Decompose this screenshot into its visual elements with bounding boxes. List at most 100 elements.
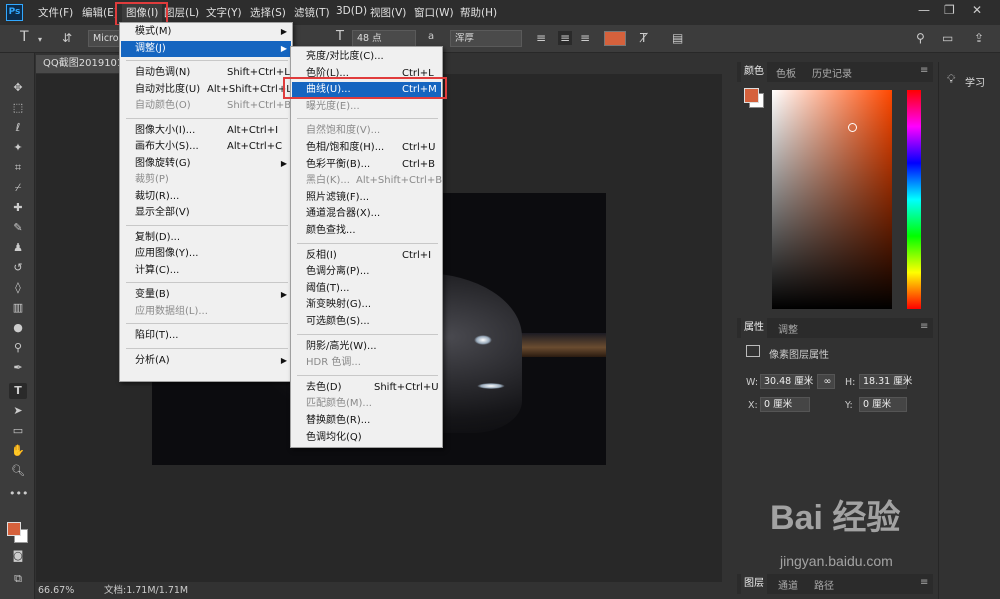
tab-properties[interactable]: 属性 bbox=[741, 318, 767, 338]
blur-tool-icon[interactable]: ● bbox=[9, 320, 27, 336]
rectangle-tool-icon[interactable]: ▭ bbox=[9, 423, 27, 439]
adjust-menu-item[interactable]: 匹配颜色(M)... bbox=[292, 396, 441, 412]
tab-history[interactable]: 历史记录 bbox=[809, 65, 855, 80]
zoom-level[interactable]: 66.67% bbox=[38, 582, 74, 599]
history-brush-icon[interactable]: ↺ bbox=[9, 260, 27, 276]
image-menu-item[interactable]: 应用数据组(L)... bbox=[121, 304, 291, 320]
image-menu-item[interactable]: 计算(C)... bbox=[121, 263, 291, 279]
hue-slider[interactable] bbox=[907, 90, 921, 309]
height-field[interactable]: 18.31 厘米 bbox=[859, 374, 912, 389]
adjust-menu-item[interactable]: 色调均化(Q) bbox=[292, 430, 441, 446]
more-tools-icon[interactable]: ••• bbox=[9, 486, 28, 502]
menu-file[interactable]: 文件(F) bbox=[38, 5, 73, 20]
lasso-tool-icon[interactable]: ℓ bbox=[9, 120, 27, 136]
maximize-icon[interactable]: ❐ bbox=[944, 3, 955, 17]
search-icon[interactable]: ⚲ bbox=[916, 31, 925, 45]
menu-3d[interactable]: 3D(D) bbox=[336, 5, 367, 17]
image-menu-item[interactable]: 显示全部(V) bbox=[121, 205, 291, 221]
zoom-tool-icon[interactable]: 🔍︎ bbox=[9, 463, 27, 479]
healing-brush-icon[interactable]: ✚ bbox=[9, 200, 27, 216]
tab-adjustments[interactable]: 调整 bbox=[775, 321, 801, 336]
pen-tool-icon[interactable]: ✒ bbox=[9, 360, 27, 376]
menu-layer[interactable]: 图层(L) bbox=[164, 5, 199, 20]
screen-mode-icon[interactable]: ⧉ bbox=[9, 571, 27, 587]
tab-color[interactable]: 颜色 bbox=[741, 62, 767, 82]
orientation-icon[interactable]: ⇵ bbox=[62, 31, 72, 45]
magic-wand-icon[interactable]: ✦ bbox=[9, 140, 27, 156]
chevron-down-icon[interactable]: ▾ bbox=[38, 35, 42, 44]
menu-select[interactable]: 选择(S) bbox=[250, 5, 286, 20]
menu-view[interactable]: 视图(V) bbox=[370, 5, 406, 20]
hand-tool-icon[interactable]: ✋ bbox=[9, 443, 27, 459]
align-center-icon[interactable]: ≡ bbox=[558, 31, 573, 45]
menu-window[interactable]: 窗口(W) bbox=[414, 5, 454, 20]
image-menu-item[interactable]: 应用图像(Y)... bbox=[121, 246, 291, 262]
share-icon[interactable]: ⇪ bbox=[974, 31, 984, 45]
workspace-icon[interactable]: ▭ bbox=[942, 31, 953, 45]
align-right-icon[interactable]: ≡ bbox=[580, 31, 590, 45]
path-select-icon[interactable]: ➤ bbox=[9, 403, 27, 419]
crop-tool-icon[interactable]: ⌗ bbox=[9, 160, 27, 176]
panel-menu-icon[interactable]: ≡ bbox=[917, 65, 931, 76]
adjust-menu-item[interactable]: 色调分离(P)... bbox=[292, 264, 441, 280]
close-icon[interactable]: ✕ bbox=[972, 3, 982, 17]
width-field[interactable]: 30.48 厘米 bbox=[760, 374, 813, 389]
adjust-menu-item[interactable]: 通道混合器(X)... bbox=[292, 206, 441, 222]
image-menu-item[interactable]: 分析(A) ▶ bbox=[121, 353, 291, 369]
learn-label[interactable]: 学习 bbox=[965, 74, 985, 89]
adjust-menu-item[interactable]: 色彩平衡(B)... Ctrl+B bbox=[292, 157, 441, 173]
menu-help[interactable]: 帮助(H) bbox=[460, 5, 497, 20]
font-size-select[interactable]: 48 点 bbox=[352, 30, 416, 47]
adjust-menu-item[interactable]: 可选颜色(S)... bbox=[292, 314, 441, 330]
panel-menu-icon[interactable]: ≡ bbox=[917, 577, 931, 588]
warp-text-icon[interactable]: Ⱦ bbox=[640, 31, 647, 45]
adjust-menu-item[interactable]: 颜色查找... bbox=[292, 223, 441, 239]
tab-swatches[interactable]: 色板 bbox=[773, 65, 799, 80]
image-menu-item[interactable]: 裁切(R)... bbox=[121, 189, 291, 205]
color-picker-cursor[interactable] bbox=[848, 123, 857, 132]
character-panel-icon[interactable]: ▤ bbox=[672, 31, 683, 45]
image-menu-item[interactable]: 画布大小(S)... Alt+Ctrl+C bbox=[121, 139, 291, 155]
color-field[interactable] bbox=[772, 90, 892, 309]
lightbulb-icon[interactable]: 💡︎ bbox=[947, 72, 955, 87]
image-menu-item[interactable]: 裁剪(P) bbox=[121, 172, 291, 188]
align-left-icon[interactable]: ≡ bbox=[536, 31, 546, 45]
adjust-menu-item[interactable]: HDR 色调... bbox=[292, 355, 441, 371]
adjust-menu-item[interactable]: 阈值(T)... bbox=[292, 281, 441, 297]
adjust-menu-item[interactable]: 照片滤镜(F)... bbox=[292, 190, 441, 206]
gradient-tool-icon[interactable]: ▥ bbox=[9, 300, 27, 316]
marquee-tool-icon[interactable]: ⬚ bbox=[9, 100, 27, 116]
minimize-icon[interactable]: — bbox=[918, 3, 930, 17]
adjust-menu-item[interactable]: 色相/饱和度(H)... Ctrl+U bbox=[292, 140, 441, 156]
type-tool-icon[interactable]: T bbox=[20, 29, 29, 45]
image-menu-item[interactable]: 图像旋转(G) ▶ bbox=[121, 156, 291, 172]
text-color-swatch[interactable] bbox=[604, 31, 626, 46]
eraser-tool-icon[interactable]: ◊ bbox=[9, 280, 27, 296]
adjust-menu-item[interactable]: 曝光度(E)... bbox=[292, 99, 441, 115]
adjust-menu-item[interactable]: 亮度/对比度(C)... bbox=[292, 49, 441, 65]
eyedropper-tool-icon[interactable]: ⌿ bbox=[9, 180, 27, 196]
adjust-menu-item[interactable]: 自然饱和度(V)... bbox=[292, 123, 441, 139]
image-menu-item[interactable]: 自动色调(N) Shift+Ctrl+L bbox=[121, 65, 291, 81]
menu-edit[interactable]: 编辑(E) bbox=[82, 5, 118, 20]
image-menu-item[interactable]: 模式(M) ▶ bbox=[121, 24, 291, 40]
image-menu-item[interactable]: 陷印(T)... bbox=[121, 328, 291, 344]
antialias-select[interactable]: 浑厚 bbox=[450, 30, 522, 47]
tab-channels[interactable]: 通道 bbox=[775, 577, 801, 592]
link-icon[interactable]: ∞ bbox=[817, 374, 835, 389]
menu-type[interactable]: 文字(Y) bbox=[206, 5, 242, 20]
tab-layers[interactable]: 图层 bbox=[741, 574, 767, 594]
adjust-menu-item[interactable]: 阴影/高光(W)... bbox=[292, 339, 441, 355]
x-field[interactable]: 0 厘米 bbox=[760, 397, 810, 412]
image-menu-item[interactable]: 复制(D)... bbox=[121, 230, 291, 246]
menu-filter[interactable]: 滤镜(T) bbox=[294, 5, 330, 20]
y-field[interactable]: 0 厘米 bbox=[859, 397, 907, 412]
image-menu-item[interactable]: 自动颜色(O) Shift+Ctrl+B bbox=[121, 98, 291, 114]
image-menu-item[interactable]: 自动对比度(U) Alt+Shift+Ctrl+L bbox=[121, 82, 292, 98]
fg-color-chip[interactable] bbox=[744, 88, 759, 103]
stamp-tool-icon[interactable]: ♟ bbox=[9, 240, 27, 256]
panel-menu-icon[interactable]: ≡ bbox=[917, 321, 931, 332]
image-menu-item[interactable]: 调整(J) ▶ bbox=[121, 40, 291, 57]
brush-tool-icon[interactable]: ✎ bbox=[9, 220, 27, 236]
dodge-tool-icon[interactable]: ⚲ bbox=[9, 340, 27, 356]
